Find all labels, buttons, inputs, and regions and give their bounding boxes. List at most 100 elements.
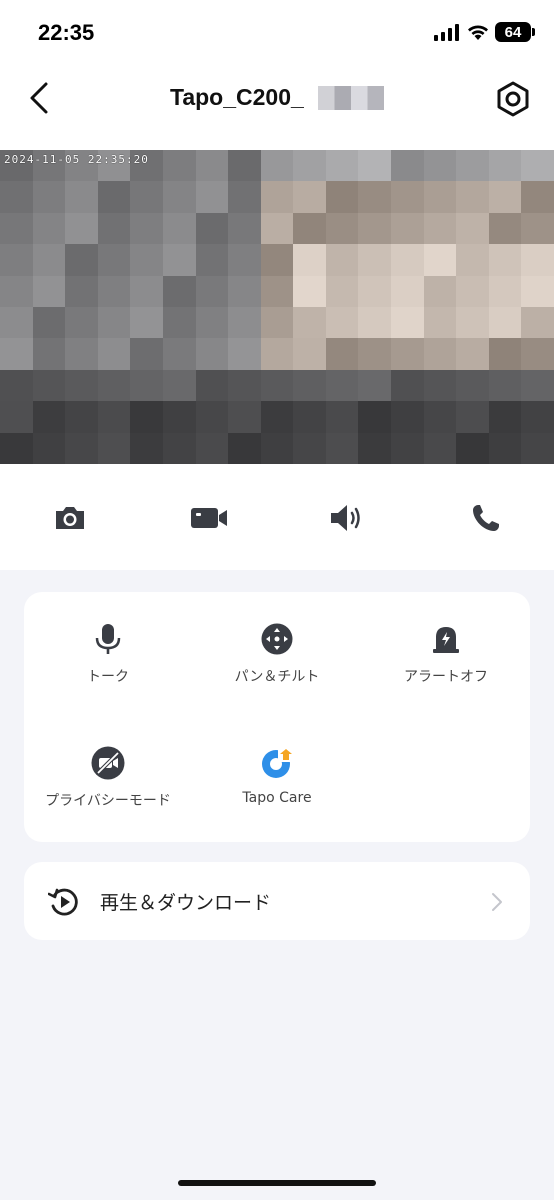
video-mosaic-block xyxy=(195,369,230,403)
video-mosaic-block xyxy=(0,307,34,340)
video-mosaic-block xyxy=(97,338,132,371)
call-button[interactable] xyxy=(466,498,506,538)
video-mosaic-block xyxy=(162,401,197,434)
video-mosaic-block xyxy=(358,150,393,183)
video-mosaic-block xyxy=(456,401,490,434)
video-mosaic-block xyxy=(325,150,360,183)
video-mosaic-block xyxy=(358,307,393,340)
video-mosaic-block xyxy=(195,275,230,308)
video-mosaic-block xyxy=(293,401,327,434)
video-mosaic-block xyxy=(391,244,425,277)
home-indicator xyxy=(178,1180,376,1186)
camera-icon xyxy=(56,507,84,529)
video-mosaic-block xyxy=(456,369,490,403)
tapo-care-button[interactable]: Tapo Care xyxy=(193,746,361,806)
video-mosaic-block xyxy=(391,338,425,371)
playback-download-label: 再生＆ダウンロード xyxy=(100,892,272,914)
video-mosaic-block xyxy=(456,432,490,464)
video-mosaic-block xyxy=(162,275,197,308)
video-mosaic-block xyxy=(195,401,230,434)
privacy-mode-label: プライバシーモード xyxy=(45,793,171,809)
pan-tilt-label: パン＆チルト xyxy=(234,669,320,685)
video-mosaic-block xyxy=(358,275,393,308)
video-mosaic-block xyxy=(162,432,197,464)
video-mosaic-block xyxy=(162,369,197,403)
talk-button[interactable]: トーク xyxy=(24,622,192,686)
record-button[interactable] xyxy=(189,498,229,538)
video-camera-icon xyxy=(191,508,227,528)
video-mosaic-block xyxy=(358,181,393,214)
video-mosaic-block xyxy=(97,244,132,277)
video-mosaic-block xyxy=(32,307,67,340)
video-mosaic-block xyxy=(521,181,554,214)
video-mosaic-block xyxy=(521,307,554,340)
privacy-mode-icon xyxy=(91,746,125,780)
battery-indicator: 64 xyxy=(495,22,535,42)
feature-card: トーク パン＆チルト アラートオフ プライバシーモード Tapo Care xyxy=(24,592,530,842)
video-mosaic-block xyxy=(65,338,99,371)
video-mosaic-block xyxy=(228,401,262,434)
video-mosaic-block xyxy=(260,432,295,464)
video-mosaic-block xyxy=(456,181,490,214)
video-mosaic-block xyxy=(358,338,393,371)
video-mosaic-block xyxy=(391,150,425,183)
video-mosaic-block xyxy=(423,307,458,340)
video-mosaic-block xyxy=(488,338,523,371)
back-chevron-icon[interactable] xyxy=(26,80,56,116)
video-timestamp: 2024-11-05 22:35:20 xyxy=(4,153,149,166)
video-mosaic-block xyxy=(260,307,295,340)
video-mosaic-block xyxy=(97,307,132,340)
video-mosaic-block xyxy=(0,369,34,403)
video-mosaic-block xyxy=(32,401,67,434)
video-mosaic-block xyxy=(162,181,197,214)
sound-button[interactable] xyxy=(326,498,366,538)
video-mosaic-block xyxy=(260,181,295,214)
video-mosaic-block xyxy=(260,150,295,183)
video-mosaic-block xyxy=(293,150,327,183)
live-video-feed[interactable]: 2024-11-05 22:35:20 xyxy=(0,150,554,464)
video-mosaic-block xyxy=(228,212,262,246)
video-mosaic-block xyxy=(130,275,164,308)
video-mosaic-block xyxy=(456,307,490,340)
video-mosaic-block xyxy=(391,401,425,434)
video-mosaic-block xyxy=(0,244,34,277)
video-mosaic-block xyxy=(162,244,197,277)
video-mosaic-block xyxy=(97,401,132,434)
video-mosaic-block xyxy=(521,150,554,183)
video-mosaic-block xyxy=(521,338,554,371)
top-panel: 22:35 64 Tapo_C200_ 2024-11-05 22:35:20 xyxy=(0,0,554,570)
device-title: Tapo_C200_ xyxy=(170,84,304,110)
video-mosaic-block xyxy=(260,244,295,277)
video-mosaic-block xyxy=(521,212,554,246)
playback-download-row[interactable]: 再生＆ダウンロード xyxy=(24,862,530,940)
playback-history-icon xyxy=(48,888,78,916)
video-mosaic-block xyxy=(293,275,327,308)
video-mosaic-block xyxy=(325,181,360,214)
video-mosaic-block xyxy=(195,212,230,246)
video-mosaic-block xyxy=(228,150,262,183)
video-mosaic-block xyxy=(130,307,164,340)
video-mosaic-block xyxy=(260,212,295,246)
video-mosaic-block xyxy=(423,338,458,371)
video-mosaic-block xyxy=(358,212,393,246)
video-mosaic-block xyxy=(228,369,262,403)
snapshot-button[interactable] xyxy=(50,498,90,538)
video-mosaic-block xyxy=(456,212,490,246)
settings-gear-icon[interactable] xyxy=(494,80,532,118)
video-mosaic-block xyxy=(97,181,132,214)
video-mosaic-block xyxy=(521,244,554,277)
video-mosaic-block xyxy=(521,432,554,464)
alarm-off-button[interactable]: アラートオフ xyxy=(362,622,530,686)
status-time: 22:35 xyxy=(38,20,95,45)
video-mosaic-block xyxy=(162,150,197,183)
video-mosaic-block xyxy=(0,181,34,214)
video-mosaic-block xyxy=(293,212,327,246)
chevron-right-icon xyxy=(492,893,502,911)
video-mosaic-block xyxy=(260,275,295,308)
pan-tilt-button[interactable]: パン＆チルト xyxy=(193,622,361,686)
privacy-mode-button[interactable]: プライバシーモード xyxy=(24,746,192,810)
video-mosaic-block xyxy=(65,401,99,434)
battery-level: 64 xyxy=(504,23,522,41)
video-mosaic-block xyxy=(162,338,197,371)
video-mosaic-block xyxy=(65,244,99,277)
